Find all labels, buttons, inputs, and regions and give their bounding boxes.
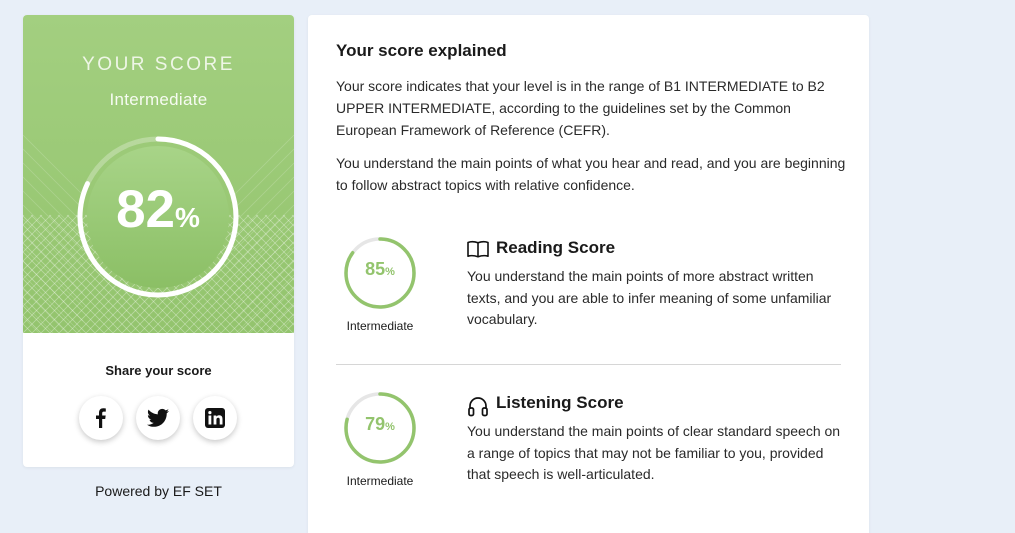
results-page: YOUR SCORE Intermediate 82% Share your s… (0, 0, 1015, 533)
section-divider (336, 364, 841, 365)
reading-score-number: 85 (365, 259, 386, 279)
explanation-card: Your score explained Your score indicate… (308, 15, 869, 533)
explanation-paragraph-2: You understand the main points of what y… (336, 155, 846, 193)
facebook-icon (96, 408, 106, 428)
reading-level: Intermediate (346, 319, 414, 333)
explanation-paragraph-1: Your score indicates that your level is … (336, 78, 825, 138)
overall-level: Intermediate (109, 90, 208, 109)
linkedin-share-button[interactable] (193, 396, 237, 440)
facebook-share-button[interactable] (79, 396, 123, 440)
share-section: Share your score (23, 333, 294, 467)
overall-percent-sign: % (175, 202, 200, 233)
listening-description: You understand the main points of clear … (467, 423, 841, 482)
twitter-icon (147, 408, 169, 427)
listening-level: Intermediate (346, 474, 414, 488)
your-score-label: YOUR SCORE (82, 54, 235, 75)
reading-score-value: 85% (343, 259, 417, 280)
listening-percent-sign: % (385, 421, 395, 433)
headphones-icon (468, 397, 488, 417)
listening-score-section: 79% Intermediate Listening Score You und… (336, 390, 841, 520)
linkedin-icon (205, 408, 225, 428)
twitter-share-button[interactable] (136, 396, 180, 440)
open-book-icon (467, 240, 489, 258)
score-card: YOUR SCORE Intermediate 82% Share your s… (23, 15, 294, 467)
overall-score-value: 82% (73, 180, 243, 248)
reading-percent-sign: % (385, 266, 395, 278)
reading-score-section: 85% Intermediate Reading Score You under… (336, 235, 841, 365)
listening-score-value: 79% (343, 414, 417, 435)
reading-description: You understand the main points of more a… (467, 268, 832, 327)
powered-by-text: Powered by EF SET (95, 483, 222, 499)
score-hero: YOUR SCORE Intermediate 82% (23, 15, 294, 333)
overall-score-number: 82 (116, 180, 176, 239)
listening-score-number: 79 (365, 414, 386, 434)
share-title: Share your score (105, 363, 212, 378)
explanation-title: Your score explained (336, 41, 507, 60)
reading-title: Reading Score (496, 238, 616, 257)
listening-title: Listening Score (496, 393, 624, 412)
